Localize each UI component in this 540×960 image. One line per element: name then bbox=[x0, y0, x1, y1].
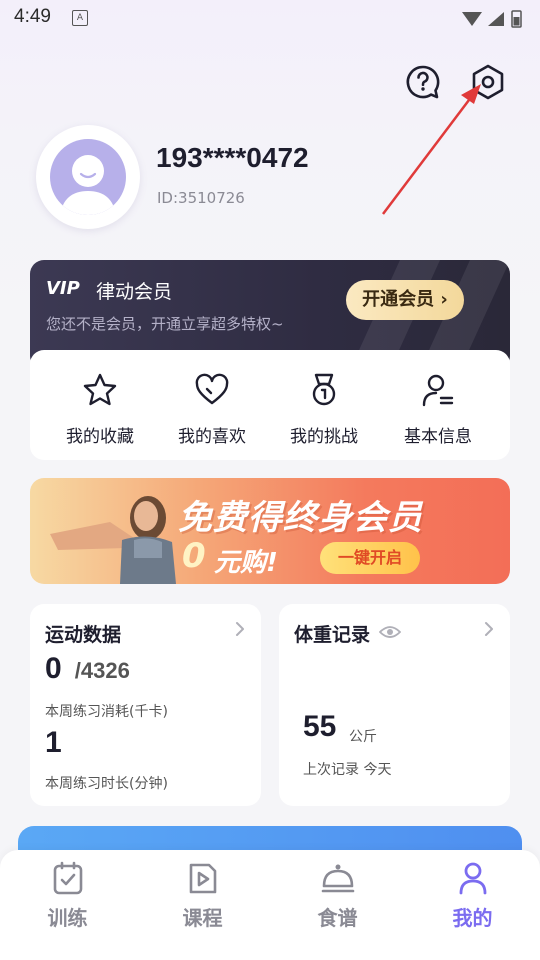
user-id: ID:3510726 bbox=[157, 189, 245, 207]
avatar[interactable] bbox=[36, 125, 140, 229]
tab-training[interactable]: 训练 bbox=[0, 850, 135, 960]
tab-label: 课程 bbox=[182, 906, 223, 930]
medal-icon bbox=[312, 373, 336, 406]
avatar-image bbox=[50, 139, 126, 215]
help-icon[interactable] bbox=[403, 62, 443, 102]
wifi-icon bbox=[462, 12, 482, 26]
one-click-open-button[interactable]: 一键开启 bbox=[320, 542, 420, 574]
quick-item-likes[interactable]: 我的喜欢 bbox=[152, 350, 272, 460]
vip-subtitle: 您还不是会员，开通立享超多特权~ bbox=[46, 315, 284, 333]
open-membership-button[interactable]: 开通会员 › bbox=[346, 280, 464, 320]
quick-label: 我的挑战 bbox=[290, 427, 358, 447]
star-icon bbox=[83, 373, 117, 406]
weight-card-title: 体重记录 bbox=[294, 624, 371, 646]
tab-courses[interactable]: 课程 bbox=[135, 850, 270, 960]
status-time: 4:49 bbox=[14, 6, 51, 27]
banner-headline: 免费得终身会员 bbox=[178, 498, 423, 538]
bottom-tab-bar: 训练 课程 食谱 我的 bbox=[0, 850, 540, 960]
sports-data-card[interactable]: 运动数据 0 /4326 本周练习消耗(千卡) 1 本周练习时长(分钟) bbox=[30, 604, 261, 806]
tab-profile[interactable]: 我的 bbox=[405, 850, 540, 960]
promo-banner[interactable]: 免费得终身会员 0 元购! 一键开启 bbox=[30, 478, 510, 584]
banner-model-image bbox=[50, 496, 176, 584]
calories-label: 本周练习消耗(千卡) bbox=[45, 704, 168, 720]
tab-label: 我的 bbox=[452, 906, 493, 930]
duration-value: 1 bbox=[45, 726, 62, 759]
profile-icon bbox=[459, 862, 487, 895]
banner-buy-text: 元购! bbox=[214, 548, 278, 578]
weight-record-card[interactable]: 体重记录 55 公斤 上次记录 今天 bbox=[279, 604, 510, 806]
tab-recipes[interactable]: 食谱 bbox=[270, 850, 405, 960]
quick-label: 基本信息 bbox=[404, 427, 472, 447]
quick-item-basic-info[interactable]: 基本信息 bbox=[378, 350, 498, 460]
status-icons bbox=[462, 10, 522, 28]
quick-item-favorites[interactable]: 我的收藏 bbox=[40, 350, 160, 460]
user-info-icon bbox=[422, 374, 454, 407]
weight-last-record: 上次记录 今天 bbox=[303, 762, 392, 778]
chevron-right-icon bbox=[236, 622, 244, 636]
heart-icon bbox=[195, 373, 229, 405]
weight-value: 55 bbox=[303, 710, 337, 743]
phone-number: 193****0472 bbox=[156, 142, 309, 173]
chevron-right-icon bbox=[485, 622, 493, 636]
vip-logo: VIP bbox=[46, 278, 80, 299]
notification-a-icon: A bbox=[72, 10, 88, 26]
course-icon bbox=[189, 863, 217, 894]
status-bar: 4:49 A bbox=[0, 0, 540, 36]
settings-icon[interactable] bbox=[468, 62, 508, 102]
quick-item-challenges[interactable]: 我的挑战 bbox=[264, 350, 384, 460]
signal-icon bbox=[488, 12, 504, 26]
tab-label: 训练 bbox=[47, 906, 88, 930]
eye-icon[interactable] bbox=[379, 624, 401, 640]
calories-target: /4326 bbox=[74, 658, 130, 683]
banner-price: 0 bbox=[182, 536, 206, 576]
sports-card-title: 运动数据 bbox=[45, 624, 122, 646]
weight-unit: 公斤 bbox=[349, 729, 377, 745]
tab-label: 食谱 bbox=[317, 906, 358, 930]
vip-title: 律动会员 bbox=[96, 281, 173, 303]
quick-label: 我的收藏 bbox=[66, 427, 134, 447]
duration-label: 本周练习时长(分钟) bbox=[45, 776, 168, 792]
quick-actions: 我的收藏 我的喜欢 我的挑战 基本信息 bbox=[30, 350, 510, 460]
training-icon bbox=[53, 861, 83, 895]
calories-value: 0 bbox=[45, 652, 62, 685]
quick-label: 我的喜欢 bbox=[178, 427, 246, 447]
recipe-icon bbox=[321, 864, 355, 893]
